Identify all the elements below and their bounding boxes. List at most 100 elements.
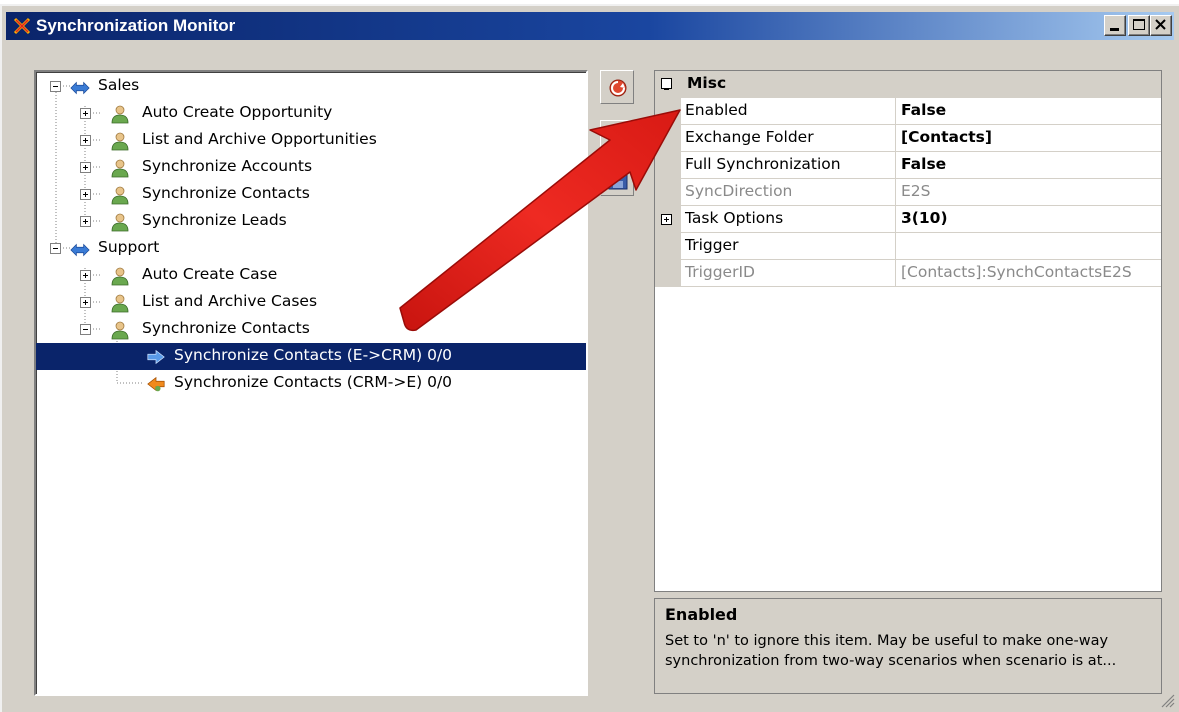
minimize-button[interactable] xyxy=(1104,15,1126,36)
category-label: Misc xyxy=(687,74,727,92)
minus-icon xyxy=(664,89,669,90)
maximize-icon xyxy=(1133,19,1145,30)
property-value: [Contacts]:SynchContactsE2S xyxy=(901,263,1132,281)
property-name: Exchange Folder xyxy=(685,128,814,146)
property-row-full-synchronization[interactable]: Full Synchronization False xyxy=(655,152,1161,179)
user-task-icon xyxy=(111,159,129,178)
user-task-icon xyxy=(111,267,129,286)
plus-icon xyxy=(83,219,88,224)
scenario-tree[interactable]: Sales Auto Create Opportunity List and A… xyxy=(34,70,588,696)
property-row-trigger[interactable]: Trigger xyxy=(655,233,1161,260)
save-icon xyxy=(608,170,628,190)
resize-grip-icon[interactable] xyxy=(1159,692,1175,708)
user-task-icon xyxy=(111,132,129,151)
property-row-triggerid[interactable]: TriggerID [Contacts]:SynchContactsE2S xyxy=(655,260,1161,287)
property-name: Task Options xyxy=(685,209,784,227)
plus-icon xyxy=(664,217,669,222)
tree-node-label: List and Archive Opportunities xyxy=(142,130,377,148)
expand-toggle[interactable] xyxy=(80,216,91,227)
run-icon xyxy=(609,79,627,97)
maximize-button[interactable] xyxy=(1128,15,1150,36)
plus-icon xyxy=(83,138,88,143)
description-text: Set to 'n' to ignore this item. May be u… xyxy=(665,633,1117,669)
expand-toggle[interactable] xyxy=(80,108,91,119)
expand-toggle[interactable] xyxy=(80,270,91,281)
plus-icon xyxy=(83,192,88,197)
minimize-icon xyxy=(1110,28,1119,31)
tree-node-sync-crm-to-e[interactable]: Synchronize Contacts (CRM->E) 0/0 xyxy=(36,370,586,397)
app-icon xyxy=(13,17,31,35)
tree-node-list-and-archive-opportunities[interactable]: List and Archive Opportunities xyxy=(36,127,586,154)
property-value[interactable]: [Contacts] xyxy=(901,128,992,146)
property-row-task-options[interactable]: Task Options 3(10) xyxy=(655,206,1161,233)
property-grid[interactable]: Misc Enabled False Exchange Folder [Cont… xyxy=(654,70,1162,592)
property-description-panel: Enabled Set to 'n' to ignore this item. … xyxy=(654,598,1162,694)
tree-node-sync-e-to-crm[interactable]: Synchronize Contacts (E->CRM) 0/0 xyxy=(36,343,586,370)
close-button[interactable] xyxy=(1150,15,1172,36)
two-way-arrow-icon xyxy=(70,243,90,257)
property-name: Trigger xyxy=(685,236,739,254)
expand-toggle[interactable] xyxy=(661,214,672,225)
tree-node-label: Synchronize Contacts xyxy=(142,184,310,202)
property-value[interactable]: 3(10) xyxy=(901,209,948,227)
minus-icon xyxy=(83,329,88,330)
user-task-icon xyxy=(111,294,129,313)
tree-node-label: List and Archive Cases xyxy=(142,292,318,310)
collapse-toggle[interactable] xyxy=(80,324,91,335)
expand-toggle[interactable] xyxy=(80,189,91,200)
save-button[interactable] xyxy=(600,162,634,196)
view-button[interactable] xyxy=(600,120,634,154)
two-way-arrow-icon xyxy=(70,81,90,95)
user-task-icon xyxy=(111,321,129,340)
close-icon xyxy=(1155,19,1166,30)
tree-node-label: Synchronize Leads xyxy=(142,211,287,229)
left-arrow-icon xyxy=(147,376,165,392)
property-value: E2S xyxy=(901,182,931,200)
property-name: SyncDirection xyxy=(685,182,793,200)
minus-icon xyxy=(53,248,58,249)
tree-node-label: Auto Create Case xyxy=(142,265,278,283)
window-title: Synchronization Monitor xyxy=(36,16,236,35)
property-name: Enabled xyxy=(685,101,748,119)
tree-node-synchronize-contacts[interactable]: Synchronize Contacts xyxy=(36,181,586,208)
expand-toggle[interactable] xyxy=(80,297,91,308)
property-value[interactable]: False xyxy=(901,101,946,119)
property-name: TriggerID xyxy=(685,263,755,281)
user-task-icon xyxy=(111,186,129,205)
collapse-toggle[interactable] xyxy=(661,78,672,90)
tree-node-auto-create-case[interactable]: Auto Create Case xyxy=(36,262,586,289)
tree-node-synchronize-leads[interactable]: Synchronize Leads xyxy=(36,208,586,235)
property-row-enabled[interactable]: Enabled False xyxy=(655,98,1161,125)
tree-node-list-and-archive-cases[interactable]: List and Archive Cases xyxy=(36,289,586,316)
expand-toggle[interactable] xyxy=(80,135,91,146)
property-value[interactable]: False xyxy=(901,155,946,173)
property-name: Full Synchronization xyxy=(685,155,841,173)
synchronization-monitor-window: Synchronization Monitor Sales Auto Creat… xyxy=(0,4,1179,712)
tree-node-label: Synchronize Contacts (E->CRM) 0/0 xyxy=(174,346,453,364)
category-header-misc[interactable]: Misc xyxy=(655,71,1161,98)
plus-icon xyxy=(83,300,88,305)
collapse-toggle[interactable] xyxy=(50,243,61,254)
user-task-icon xyxy=(111,105,129,124)
user-task-icon xyxy=(111,213,129,232)
tree-node-synchronize-accounts[interactable]: Synchronize Accounts xyxy=(36,154,586,181)
description-title: Enabled xyxy=(665,605,738,624)
tree-node-label: Support xyxy=(98,238,160,256)
title-bar[interactable]: Synchronization Monitor xyxy=(6,12,1174,40)
plus-icon xyxy=(83,273,88,278)
expand-toggle[interactable] xyxy=(80,162,91,173)
view-icon xyxy=(609,130,627,145)
tree-node-auto-create-opportunity[interactable]: Auto Create Opportunity xyxy=(36,100,586,127)
tree-node-support[interactable]: Support xyxy=(36,235,586,262)
tree-node-support-synchronize-contacts[interactable]: Synchronize Contacts xyxy=(36,316,586,343)
property-row-exchange-folder[interactable]: Exchange Folder [Contacts] xyxy=(655,125,1161,152)
run-button[interactable] xyxy=(600,70,634,104)
plus-icon xyxy=(83,111,88,116)
plus-icon xyxy=(83,165,88,170)
property-row-syncdirection[interactable]: SyncDirection E2S xyxy=(655,179,1161,206)
tree-node-sales[interactable]: Sales xyxy=(36,73,586,100)
collapse-toggle[interactable] xyxy=(50,81,61,92)
tree-node-label: Synchronize Contacts (CRM->E) 0/0 xyxy=(174,373,453,391)
tree-node-label: Synchronize Accounts xyxy=(142,157,313,175)
tree-node-label: Synchronize Contacts xyxy=(142,319,310,337)
